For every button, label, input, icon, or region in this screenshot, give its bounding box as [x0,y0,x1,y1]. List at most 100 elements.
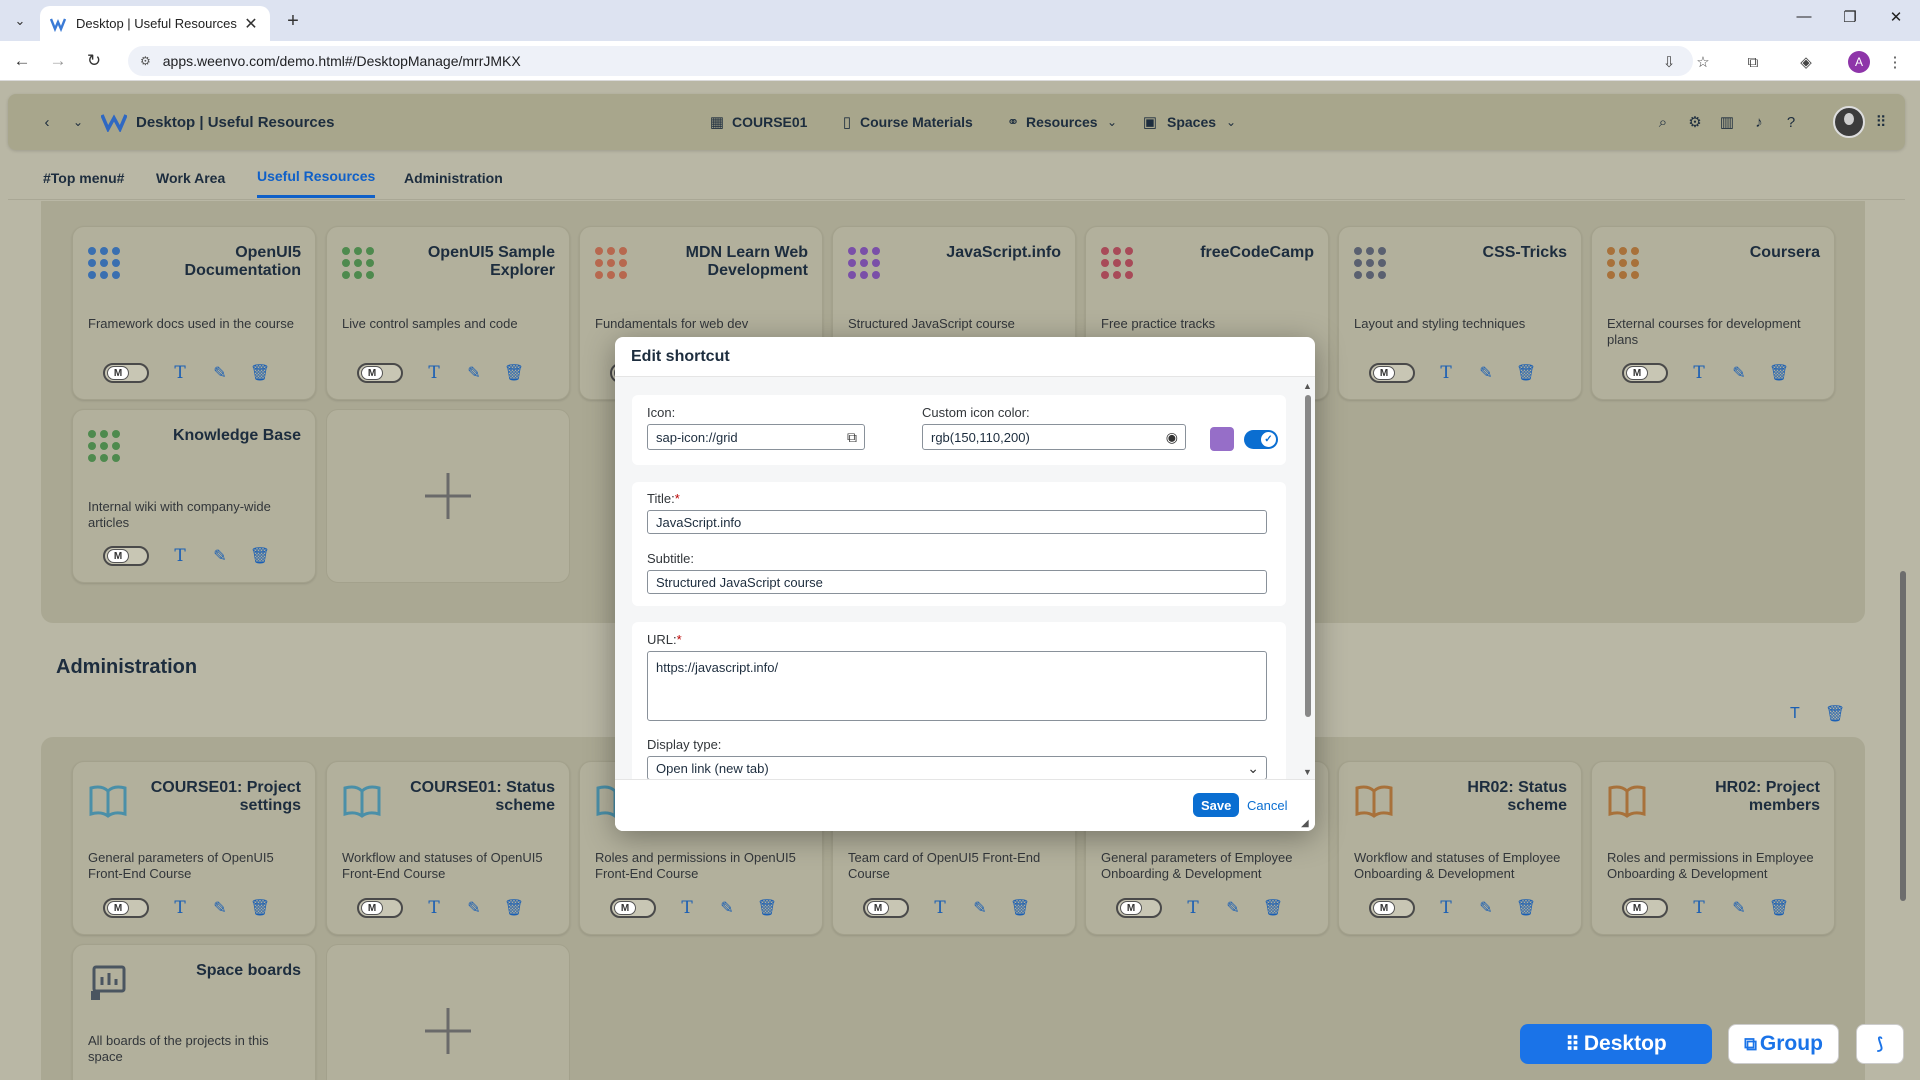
delete-icon[interactable]: 🗑 [250,364,270,382]
save-button[interactable]: Save [1193,793,1240,817]
mobile-toggle[interactable]: M [357,363,403,383]
text-icon[interactable]: T [1437,898,1455,918]
delete-icon[interactable]: 🗑 [250,547,270,565]
page-scrollbar[interactable] [1896,201,1910,1080]
resource-shortcut-card[interactable]: Coursera External courses for development… [1591,226,1835,400]
tab-top-menu[interactable]: #Top menu# [43,156,124,200]
group-button[interactable]: ⧉ Group [1728,1024,1839,1064]
nav-course-materials[interactable]: Course Materials [860,94,973,150]
mobile-toggle[interactable]: M [1369,363,1415,383]
bookmark-star-icon[interactable]: ☆ [1692,51,1714,73]
mobile-toggle[interactable]: M [1369,898,1415,918]
resource-shortcut-card[interactable]: Knowledge Base Internal wiki with company… [72,409,316,583]
text-icon[interactable]: T [1437,363,1455,383]
text-icon[interactable]: T [171,898,189,918]
delete-icon[interactable]: 🗑 [1263,899,1283,917]
edit-icon[interactable]: ✎ [211,899,229,917]
back-nav-icon[interactable]: ‹ [36,111,58,133]
add-shortcut-button[interactable] [326,409,570,583]
subtitle-input[interactable]: Structured JavaScript course [647,570,1267,594]
media-icon[interactable]: ◈ [1795,51,1817,73]
close-tab-icon[interactable]: ✕ [242,14,260,34]
text-icon[interactable]: T [931,898,949,918]
edit-icon[interactable]: ✎ [1477,364,1495,382]
admin-shortcut-card[interactable]: COURSE01: Status scheme Workflow and stat… [326,761,570,935]
chevron-down-icon[interactable]: ⌄ [1247,760,1259,777]
browser-tab[interactable]: Desktop | Useful Resources ✕ [40,6,270,41]
text-icon[interactable]: T [425,898,443,918]
browser-menu-icon[interactable]: ⋮ [1884,51,1906,73]
resources-chevron-icon[interactable]: ⌄ [1101,111,1123,133]
dialog-scrollbar[interactable]: ▲ ▼ [1303,381,1313,779]
book-icon[interactable]: ▥ [1716,111,1738,133]
cancel-button[interactable]: Cancel [1247,793,1287,817]
new-tab-icon[interactable]: + [282,10,304,33]
admin-shortcut-card[interactable]: HR02: Project members Roles and permissio… [1591,761,1835,935]
desktop-button[interactable]: ⠿ Desktop [1520,1024,1712,1064]
display-type-select[interactable]: Open link (new tab) ⌄ [647,756,1267,779]
tab-administration[interactable]: Administration [404,156,503,200]
install-app-icon[interactable]: ⇩ [1658,51,1680,73]
custom-color-switch[interactable]: ✓ [1244,430,1278,449]
mobile-toggle[interactable]: M [863,898,909,918]
back-icon[interactable]: ← [10,49,34,73]
nav-course[interactable]: COURSE01 [732,94,807,150]
search-icon[interactable]: ⌕ [1652,111,1674,133]
text-icon[interactable]: T [678,898,696,918]
gear-icon[interactable]: ⚙ [1684,111,1706,133]
text-icon[interactable]: T [1690,363,1708,383]
text-icon[interactable]: T [171,363,189,383]
color-swatch[interactable] [1210,427,1234,451]
edit-icon[interactable]: ✎ [718,899,736,917]
spaces-chevron-icon[interactable]: ⌄ [1220,111,1242,133]
edit-icon[interactable]: ✎ [1730,899,1748,917]
resource-shortcut-card[interactable]: OpenUI5 Documentation Framework docs used… [72,226,316,400]
title-input[interactable]: JavaScript.info [647,510,1267,534]
edit-icon[interactable]: ✎ [1224,899,1242,917]
mobile-toggle[interactable]: M [610,898,656,918]
tab-work-area[interactable]: Work Area [156,156,225,200]
text-icon[interactable]: T [171,546,189,566]
nav-resources[interactable]: Resources [1026,94,1098,150]
edit-icon[interactable]: ✎ [211,547,229,565]
delete-icon[interactable]: 🗑 [1010,899,1030,917]
text-icon[interactable]: T [1184,898,1202,918]
edit-icon[interactable]: ✎ [1477,899,1495,917]
help-icon[interactable]: ? [1780,111,1802,133]
edit-icon[interactable]: ✎ [465,899,483,917]
mobile-toggle[interactable]: M [1622,363,1668,383]
forward-icon[interactable]: → [46,49,70,73]
delete-icon[interactable]: 🗑 [1516,899,1536,917]
mobile-toggle[interactable]: M [103,898,149,918]
mobile-toggle[interactable]: M [1622,898,1668,918]
close-window-icon[interactable]: ✕ [1883,8,1909,26]
delete-icon[interactable]: 🗑 [504,364,524,382]
chevron-down-icon[interactable]: ⌄ [67,111,89,133]
apps-grid-icon[interactable]: ⠿ [1870,111,1892,133]
delete-icon[interactable]: 🗑 [1516,364,1536,382]
admin-shortcut-card[interactable]: Space boards All boards of the projects i… [72,944,316,1080]
edit-icon[interactable]: ✎ [971,899,989,917]
tab-search-icon[interactable]: ⌄ [8,9,32,33]
url-textarea[interactable]: https://javascript.info/ [647,651,1267,721]
palette-icon[interactable]: ◉ [1166,429,1178,446]
mobile-toggle[interactable]: M [357,898,403,918]
text-icon[interactable]: T [425,363,443,383]
translate-icon[interactable]: ⟆ [1856,1024,1904,1064]
delete-icon[interactable]: 🗑 [757,899,777,917]
scroll-down-icon[interactable]: ▼ [1303,767,1312,777]
mobile-toggle[interactable]: M [1116,898,1162,918]
copy-icon[interactable]: ⧉ [847,429,857,446]
delete-icon[interactable]: 🗑 [1769,899,1789,917]
scroll-up-icon[interactable]: ▲ [1303,381,1312,391]
bell-icon[interactable]: ♪ [1748,111,1770,133]
restore-icon[interactable]: ❐ [1837,8,1863,26]
site-info-icon[interactable]: ⚙ [140,54,151,68]
tab-useful-resources[interactable]: Useful Resources [257,156,376,198]
mobile-toggle[interactable]: M [103,363,149,383]
delete-icon[interactable]: 🗑 [250,899,270,917]
edit-icon[interactable]: ✎ [465,364,483,382]
admin-shortcut-card[interactable]: HR02: Status scheme Workflow and statuses… [1338,761,1582,935]
minimize-icon[interactable]: — [1791,8,1817,25]
color-input[interactable]: rgb(150,110,200) ◉ [922,424,1186,450]
